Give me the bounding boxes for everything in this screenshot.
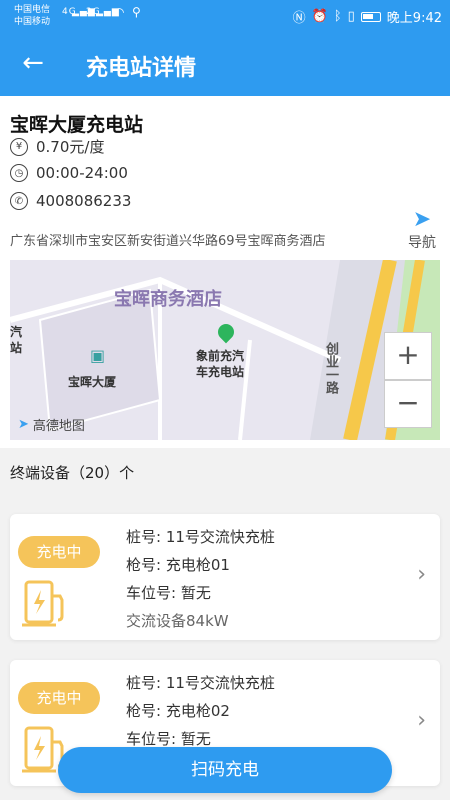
pile-number: 桩号: 11号交流快充桩 bbox=[126, 674, 275, 692]
amap-logo-icon: ➤ bbox=[18, 417, 29, 432]
map-left-line1: 汽 bbox=[10, 325, 23, 339]
chevron-right-icon: › bbox=[417, 708, 426, 733]
bluetooth-icon: ᛒ bbox=[333, 9, 342, 24]
zoom-out-button[interactable]: − bbox=[384, 380, 432, 428]
gun-number: 枪号: 充电枪01 bbox=[126, 556, 230, 574]
pile-number: 桩号: 11号交流快充桩 bbox=[126, 528, 275, 546]
parking-spot: 车位号: 暂无 bbox=[126, 584, 211, 602]
address-text: 广东省深圳市宝安区新安街道兴华路69号宝晖商务酒店 bbox=[10, 234, 326, 249]
back-button[interactable]: ← bbox=[16, 48, 50, 82]
map-logo-text: 高德地图 bbox=[32, 419, 85, 434]
map-view[interactable]: 宝晖商务酒店 汽 站 ▣ 宝晖大厦 象前充汽 车充电站 创业一路 + − ➤ 高… bbox=[10, 260, 440, 440]
carrier-2: 中国移动 bbox=[14, 17, 51, 27]
usb-icon: ⚲ bbox=[132, 5, 142, 19]
alarm-icon: ⏰ bbox=[311, 9, 328, 24]
device-spec: 交流设备84kW bbox=[126, 612, 229, 630]
yen-icon: ¥ bbox=[10, 137, 28, 156]
wifi-icon: ◠ bbox=[114, 5, 126, 19]
map-pin-line2: 车充电站 bbox=[196, 365, 245, 379]
navigation-arrow-icon: ➤ bbox=[412, 207, 432, 232]
phone-icon: ✆ bbox=[10, 192, 28, 210]
status-badge: 充电中 bbox=[18, 536, 100, 568]
clock-icon: ◷ bbox=[10, 164, 28, 182]
nfc-icon: Ⓝ bbox=[292, 11, 306, 26]
charger-icon bbox=[22, 580, 64, 627]
parking-spot: 车位号: 暂无 bbox=[126, 730, 211, 748]
clock-time: 晚上9:42 bbox=[386, 11, 442, 26]
map-left-line2: 站 bbox=[10, 341, 23, 355]
price-row: ¥ 0.70元/度 bbox=[10, 136, 104, 157]
battery-icon bbox=[360, 11, 381, 22]
vibrate-icon: ▯ bbox=[347, 9, 355, 24]
phone-row[interactable]: ✆ 4008086233 bbox=[10, 192, 131, 210]
page-title: 充电站详情 bbox=[86, 56, 197, 81]
arrow-left-icon: ← bbox=[22, 48, 44, 78]
status-right: Ⓝ ⏰ ᛒ ▯ 晚上9:42 bbox=[293, 7, 442, 26]
scan-to-charge-button[interactable]: 扫码充电 bbox=[58, 747, 392, 793]
gun-number: 枪号: 充电枪02 bbox=[126, 702, 230, 720]
status-bar: 中国电信 中国移动 4G ▂▄▆ 2G ▂▄▆ ◠ ⚲ Ⓝ ⏰ ᛒ ▯ 晚上9:… bbox=[0, 0, 450, 32]
map-road-label: 创业一路 bbox=[323, 342, 338, 394]
map-pin-line1: 象前充汽 bbox=[196, 349, 245, 363]
map-left-label: 汽 站 bbox=[10, 324, 22, 356]
app-bar: ← 充电站详情 bbox=[0, 32, 450, 96]
hours-text: 00:00-24:00 bbox=[36, 164, 128, 182]
carrier-info: 中国电信 中国移动 bbox=[14, 4, 50, 28]
carrier-1: 中国电信 bbox=[14, 5, 51, 15]
zoom-in-button[interactable]: + bbox=[384, 332, 432, 380]
status-badge: 充电中 bbox=[18, 682, 100, 714]
phone-text[interactable]: 4008086233 bbox=[36, 192, 131, 210]
station-name: 宝晖大厦充电站 bbox=[10, 114, 144, 136]
chevron-right-icon: › bbox=[417, 562, 426, 587]
map-logo: ➤ 高德地图 bbox=[18, 415, 85, 434]
map-hotel-label: 宝晖商务酒店 bbox=[114, 289, 222, 310]
map-pin-label: 象前充汽 车充电站 bbox=[196, 348, 244, 380]
devices-title: 终端设备（20）个 bbox=[10, 464, 135, 482]
device-card[interactable]: 充电中 桩号: 11号交流快充桩 枪号: 充电枪01 车位号: 暂无 交流设备8… bbox=[10, 514, 440, 640]
price-text: 0.70元/度 bbox=[36, 138, 105, 156]
building-poi-icon: ▣ bbox=[90, 346, 106, 365]
navigate-label: 导航 bbox=[408, 235, 436, 251]
map-building-label: 宝晖大厦 bbox=[68, 375, 117, 389]
navigate-button[interactable]: ➤ 导航 bbox=[404, 208, 440, 252]
hours-row: ◷ 00:00-24:00 bbox=[10, 164, 128, 182]
station-info-panel: 宝晖大厦充电站 ¥ 0.70元/度 ◷ 00:00-24:00 ✆ 400808… bbox=[0, 96, 450, 448]
